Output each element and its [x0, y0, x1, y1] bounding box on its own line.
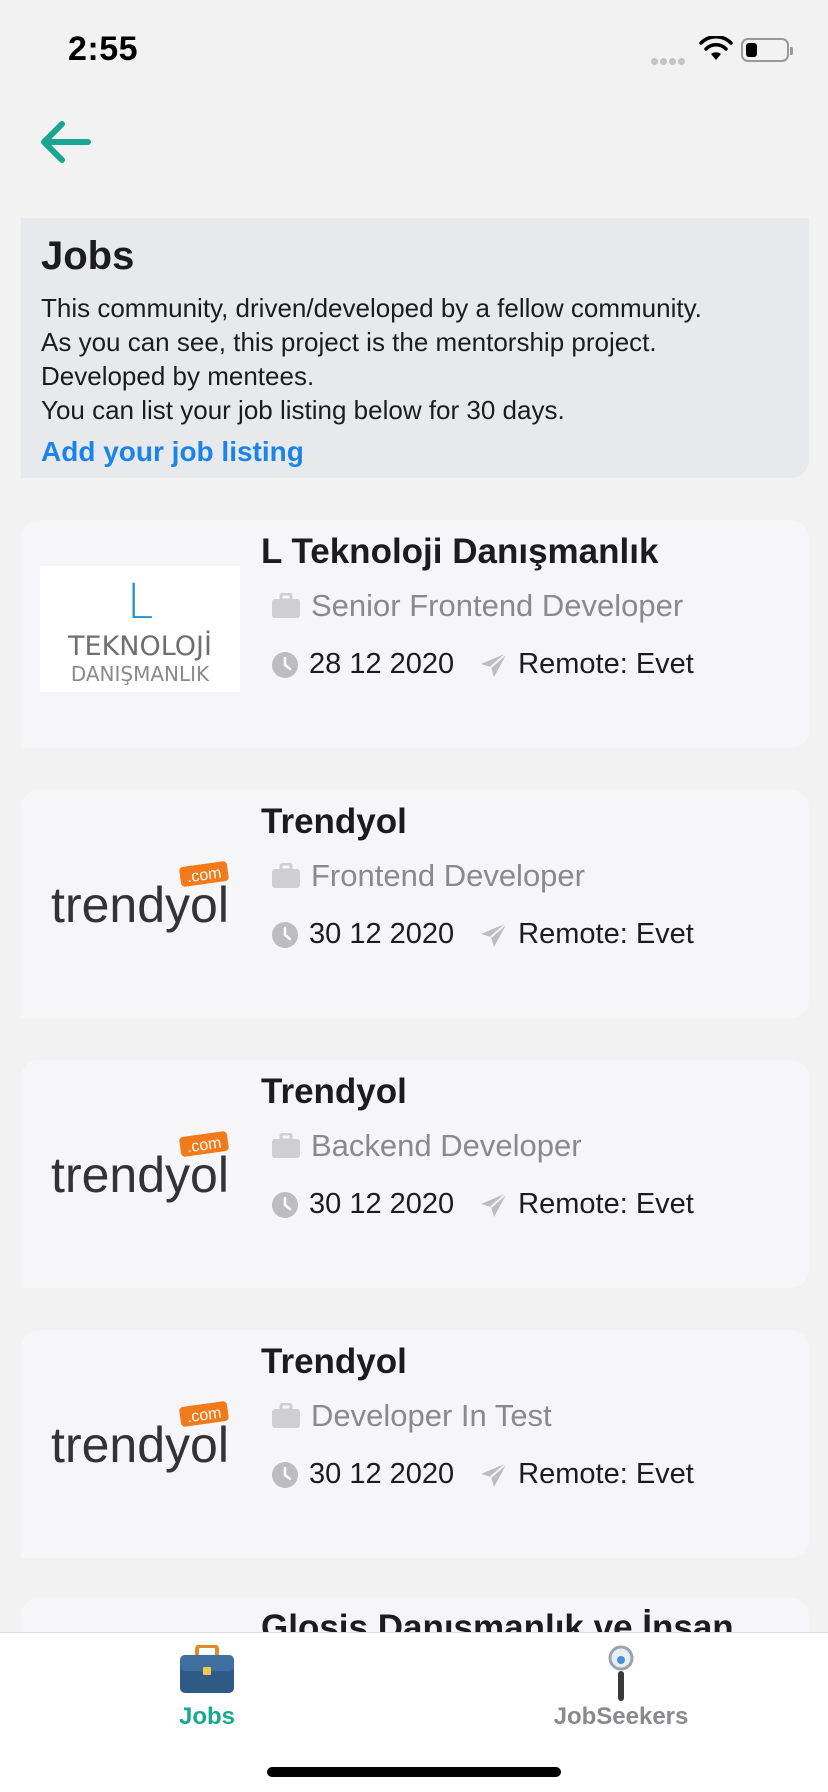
job-card[interactable]: .com trendyol Trendyol Backend Developer…: [21, 1060, 809, 1288]
company-name: L Teknoloji Danışmanlık: [261, 532, 659, 571]
job-date: 28 12 2020: [309, 648, 455, 680]
briefcase-icon: [272, 1133, 300, 1158]
back-arrow-icon[interactable]: [36, 118, 92, 166]
intro-line: This community, driven/developed by a fe…: [41, 293, 702, 323]
job-remote: Remote: Evet: [518, 1188, 694, 1220]
job-date: 30 12 2020: [309, 1188, 455, 1220]
meta-row: 30 12 2020 Remote: Evet: [271, 918, 694, 951]
position-row: Senior Frontend Developer: [271, 588, 683, 624]
job-position: Senior Frontend Developer: [311, 588, 684, 623]
tab-jobs[interactable]: Jobs: [0, 1633, 414, 1753]
company-logo: .com trendyol: [51, 861, 229, 933]
company-name: Trendyol: [261, 802, 407, 841]
tab-label: Jobs: [178, 1703, 235, 1730]
meta-row: 28 12 2020 Remote: Evet: [271, 648, 694, 681]
company-name: Glosis Danışmanlık ve İnsan: [261, 1608, 734, 1632]
job-position: Backend Developer: [311, 1128, 582, 1163]
meta-row: 30 12 2020 Remote: Evet: [271, 1188, 694, 1221]
company-logo: .com trendyol: [51, 1131, 229, 1203]
position-row: Frontend Developer: [271, 858, 585, 894]
job-card[interactable]: .com trendyol Trendyol Developer In Test…: [21, 1330, 809, 1558]
job-remote: Remote: Evet: [518, 918, 694, 950]
briefcase-icon: [272, 1403, 300, 1428]
briefcase-icon: [272, 593, 300, 618]
tab-label: JobSeekers: [553, 1703, 689, 1730]
paper-plane-icon: [481, 651, 508, 677]
intro-card: Jobs This community, driven/developed by…: [21, 218, 809, 478]
job-card[interactable]: L TEKNOLOJİ DANIŞMANLIK L Teknoloji Danı…: [21, 520, 809, 748]
cellular-signal-icon: [651, 52, 691, 65]
job-remote: Remote: Evet: [518, 1458, 694, 1490]
job-remote: Remote: Evet: [518, 648, 694, 680]
clock-icon: [272, 651, 298, 678]
job-card[interactable]: .com trendyol Trendyol Frontend Develope…: [21, 790, 809, 1018]
briefcase-icon: [180, 1645, 234, 1693]
status-bar: 2:55: [0, 0, 828, 96]
company-logo: L TEKNOLOJİ DANIŞMANLIK: [40, 566, 240, 692]
job-date: 30 12 2020: [309, 918, 455, 950]
job-position: Frontend Developer: [311, 858, 585, 893]
paper-plane-icon: [481, 921, 508, 947]
screen: 2:55 Jobs This community, driven/develop…: [0, 0, 828, 1792]
intro-description: This community, driven/developed by a fe…: [41, 291, 789, 427]
home-indicator: [267, 1767, 561, 1777]
tab-jobseekers[interactable]: JobSeekers: [414, 1633, 828, 1753]
intro-line: Developed by mentees.: [41, 361, 315, 391]
page-title: Jobs: [41, 234, 135, 278]
company-name: Trendyol: [261, 1072, 407, 1111]
clock-icon: [272, 921, 298, 948]
logo-letter: L: [127, 574, 154, 630]
clock-icon: [272, 1191, 298, 1218]
intro-line: You can list your job listing below for …: [41, 395, 565, 425]
job-card[interactable]: Glosis Danışmanlık ve İnsan: [21, 1598, 809, 1632]
battery-level: [746, 43, 757, 57]
position-row: Backend Developer: [271, 1128, 582, 1164]
logo-word: trendyol: [51, 1147, 229, 1203]
meta-row: 30 12 2020 Remote: Evet: [271, 1458, 694, 1491]
job-position: Developer In Test: [311, 1398, 552, 1433]
clock-icon: [272, 1461, 298, 1488]
logo-word: DANIŞMANLIK: [71, 662, 210, 686]
paper-plane-icon: [481, 1191, 508, 1217]
logo-word: trendyol: [51, 1417, 229, 1473]
wifi-icon: [699, 36, 733, 60]
magnifier-icon: [608, 1645, 634, 1701]
briefcase-icon: [272, 863, 300, 888]
add-job-listing-link[interactable]: Add your job listing: [41, 436, 789, 468]
logo-word: trendyol: [51, 877, 229, 933]
job-date: 30 12 2020: [309, 1458, 455, 1490]
status-time: 2:55: [68, 30, 139, 68]
battery-icon: [741, 38, 793, 62]
paper-plane-icon: [481, 1461, 508, 1487]
logo-word: TEKNOLOJİ: [67, 630, 212, 662]
intro-line: As you can see, this project is the ment…: [41, 327, 657, 357]
position-row: Developer In Test: [271, 1398, 552, 1434]
company-logo: .com trendyol: [51, 1401, 229, 1473]
jobs-list: L TEKNOLOJİ DANIŞMANLIK L Teknoloji Danı…: [21, 520, 809, 1632]
company-name: Trendyol: [261, 1342, 407, 1381]
